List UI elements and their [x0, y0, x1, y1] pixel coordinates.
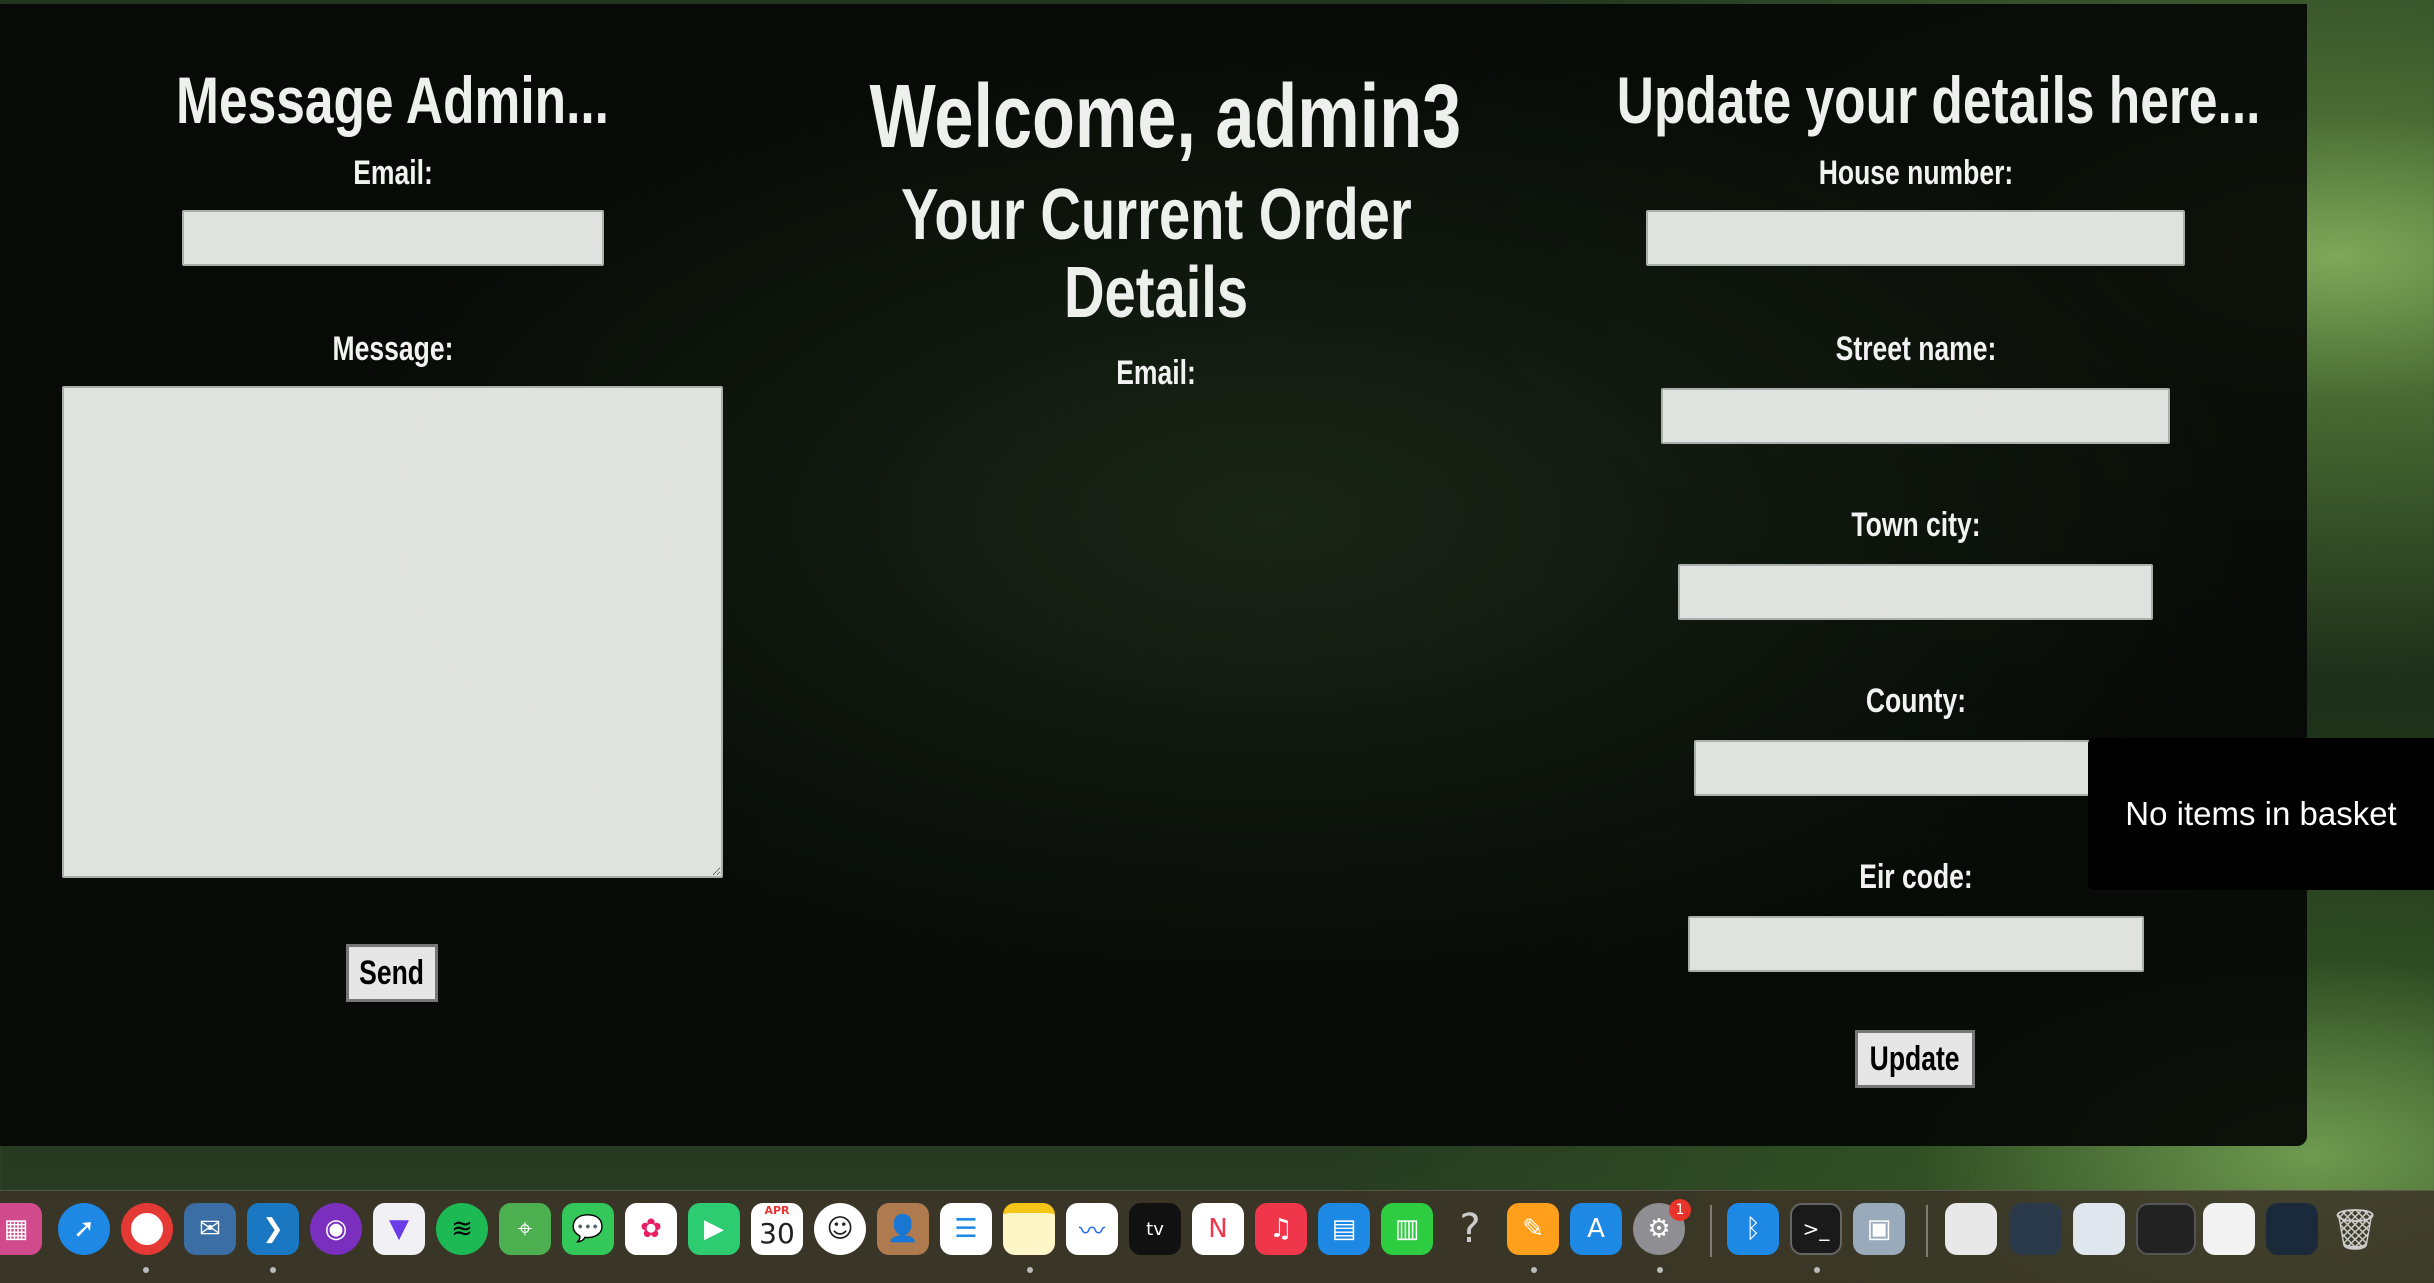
house-number-input[interactable]: [1646, 210, 2185, 266]
send-button[interactable]: Send: [346, 944, 438, 1002]
keynote-icon[interactable]: ▤: [1318, 1203, 1370, 1255]
message-email-input[interactable]: [182, 210, 604, 266]
maps-icon[interactable]: ⌖: [499, 1203, 551, 1255]
town-city-input[interactable]: [1678, 564, 2153, 620]
running-indicator: [1531, 1267, 1537, 1273]
window-thumbnail-icon[interactable]: [2010, 1203, 2062, 1255]
county-label: County:: [1865, 682, 1967, 720]
running-indicator: [143, 1267, 149, 1273]
bluetooth-icon[interactable]: ᛒ: [1727, 1203, 1779, 1255]
help-icon[interactable]: ?: [1444, 1203, 1496, 1255]
basket-popup: No items in basket: [2088, 738, 2434, 890]
podcasts-icon[interactable]: ◉: [310, 1203, 362, 1255]
window-thumbnail-icon[interactable]: [2266, 1203, 2318, 1255]
app-store-icon[interactable]: A: [1570, 1203, 1622, 1255]
notes-icon[interactable]: [1003, 1203, 1055, 1255]
mail-icon[interactable]: ✉: [184, 1203, 236, 1255]
street-name-label: Street name:: [1835, 330, 1997, 368]
window-thumbnail-icon[interactable]: [2136, 1203, 2196, 1255]
proton-vpn-icon[interactable]: ▼: [373, 1203, 425, 1255]
email-label: Email:: [353, 154, 433, 192]
news-icon[interactable]: N: [1192, 1203, 1244, 1255]
system-settings-icon[interactable]: ⚙ 1: [1633, 1199, 1691, 1255]
message-textarea[interactable]: [62, 386, 723, 878]
eir-code-input[interactable]: [1688, 916, 2144, 972]
terminal-icon[interactable]: >_: [1790, 1203, 1842, 1255]
spotify-icon[interactable]: ≋: [436, 1203, 488, 1255]
send-button-label: Send: [359, 953, 425, 992]
trash-icon[interactable]: 🗑: [2329, 1203, 2381, 1255]
basket-empty-text: No items in basket: [2125, 795, 2397, 832]
document-icon[interactable]: [1945, 1203, 1997, 1255]
music-icon[interactable]: ♫: [1255, 1203, 1307, 1255]
preview-icon[interactable]: ▣: [1853, 1203, 1905, 1255]
running-indicator: [1814, 1267, 1820, 1273]
numbers-icon[interactable]: ▥: [1381, 1203, 1433, 1255]
welcome-heading: Welcome, admin3: [869, 67, 1462, 167]
window-thumbnail-icon[interactable]: [2073, 1203, 2125, 1255]
pages-icon[interactable]: ✎: [1507, 1203, 1559, 1255]
order-heading-line1: Your Current Order: [900, 175, 1412, 255]
freeform-icon[interactable]: 〰: [1066, 1203, 1118, 1255]
contacts-icon[interactable]: 👤: [877, 1203, 929, 1255]
facetime-icon[interactable]: ▶: [688, 1203, 740, 1255]
chrome-icon[interactable]: [121, 1203, 173, 1255]
message-admin-heading: Message Admin...: [176, 63, 610, 137]
dock: ▦ ➚ ✉ ❯ ◉ ▼ ≋ ⌖ 💬 ✿ ▶ APR 30 ☺ 👤 ☰ 〰 tv …: [0, 1190, 2434, 1283]
photos-icon[interactable]: ✿: [625, 1203, 677, 1255]
order-email-label: Email:: [1116, 354, 1196, 392]
running-indicator: [1657, 1267, 1663, 1273]
house-number-label: House number:: [1818, 154, 2014, 192]
safari-icon[interactable]: ➚: [58, 1203, 110, 1255]
update-button[interactable]: Update: [1855, 1030, 1975, 1088]
running-indicator: [270, 1267, 276, 1273]
notification-badge: 1: [1669, 1199, 1691, 1221]
messages-icon[interactable]: 💬: [562, 1203, 614, 1255]
county-input[interactable]: [1694, 740, 2138, 796]
apple-tv-icon[interactable]: tv: [1129, 1203, 1181, 1255]
emoji-icon[interactable]: ☺: [814, 1203, 866, 1255]
street-name-input[interactable]: [1661, 388, 2170, 444]
update-button-label: Update: [1870, 1039, 1960, 1078]
message-label: Message:: [332, 330, 454, 368]
update-details-heading: Update your details here...: [1616, 63, 2261, 137]
window-thumbnail-icon[interactable]: [2203, 1203, 2255, 1255]
dock-separator: [1926, 1205, 1928, 1257]
dock-separator: [1710, 1205, 1712, 1257]
calendar-day: 30: [759, 1217, 795, 1250]
calendar-month: APR: [764, 1204, 790, 1217]
calendar-icon[interactable]: APR 30: [751, 1203, 803, 1255]
running-indicator: [1027, 1267, 1033, 1273]
reminders-icon[interactable]: ☰: [940, 1203, 992, 1255]
launchpad-icon[interactable]: ▦: [0, 1203, 42, 1255]
main-panel: Message Admin... Email: Message: Send We…: [0, 4, 2307, 1146]
vscode-icon[interactable]: ❯: [247, 1203, 299, 1255]
town-city-label: Town city:: [1851, 506, 1981, 544]
order-heading-line2: Details: [1063, 253, 1249, 333]
